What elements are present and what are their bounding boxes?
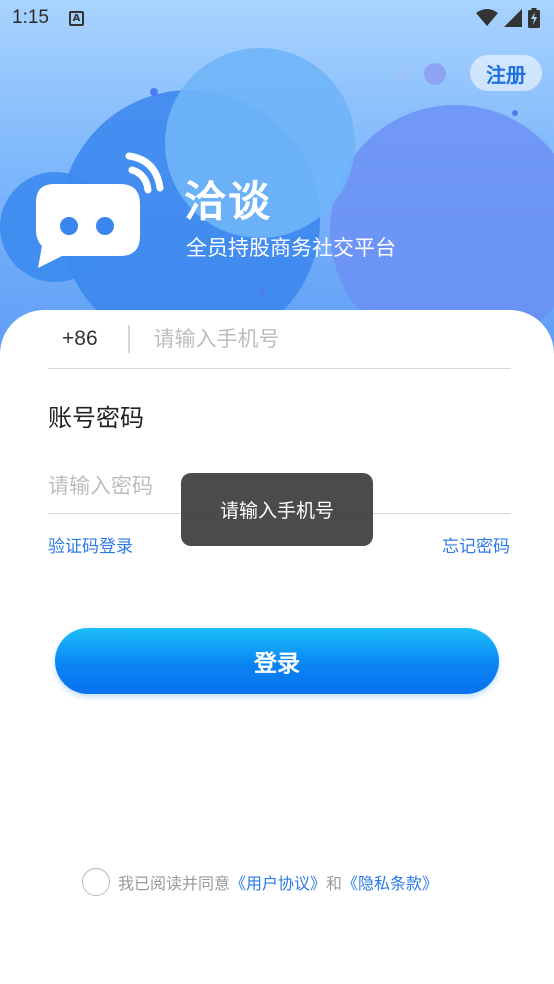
phone-input[interactable] <box>153 327 484 351</box>
agreement-row: 我已阅读并同意 《用户协议》 和 《隐私条款》 <box>82 868 438 896</box>
toast-message: 请输入手机号 <box>181 473 373 546</box>
agreement-checkbox[interactable] <box>82 868 110 896</box>
status-time: 1:15 <box>12 7 49 28</box>
signal-icon <box>504 9 522 27</box>
privacy-policy-link[interactable]: 《隐私条款》 <box>342 870 438 894</box>
decor-dot <box>424 63 446 85</box>
chat-bubble-logo-icon <box>36 152 164 268</box>
decor-dot <box>396 68 408 80</box>
decor-dot <box>150 88 158 96</box>
phone-row: +86 <box>48 310 511 369</box>
country-code-selector[interactable]: +86 <box>48 327 128 351</box>
wifi-icon <box>476 9 498 26</box>
decor-dot <box>512 110 518 116</box>
agreement-prefix: 我已阅读并同意 <box>118 874 231 893</box>
decor-dot <box>258 288 265 295</box>
status-icons <box>476 8 540 28</box>
brand-title: 洽谈 <box>184 178 273 225</box>
user-agreement-link[interactable]: 《用户协议》 <box>230 870 326 894</box>
login-button[interactable]: 登录 <box>55 628 499 694</box>
register-button[interactable]: 注册 <box>470 55 542 91</box>
divider <box>128 325 130 353</box>
a-icon: A <box>68 10 84 26</box>
brand-subtitle: 全员持股商务社交平台 <box>186 236 396 260</box>
section-title: 账号密码 <box>48 404 144 432</box>
login-card: +86 账号密码 验证码登录 忘记密码 登录 我已阅读并同意 《用户协议》 和 … <box>0 310 554 984</box>
forgot-password-link[interactable]: 忘记密码 <box>442 532 510 557</box>
battery-charging-icon <box>528 8 540 28</box>
sms-login-link[interactable]: 验证码登录 <box>48 532 133 557</box>
status-bar: 1:15 A <box>0 0 554 36</box>
agreement-and: 和 <box>326 874 343 893</box>
